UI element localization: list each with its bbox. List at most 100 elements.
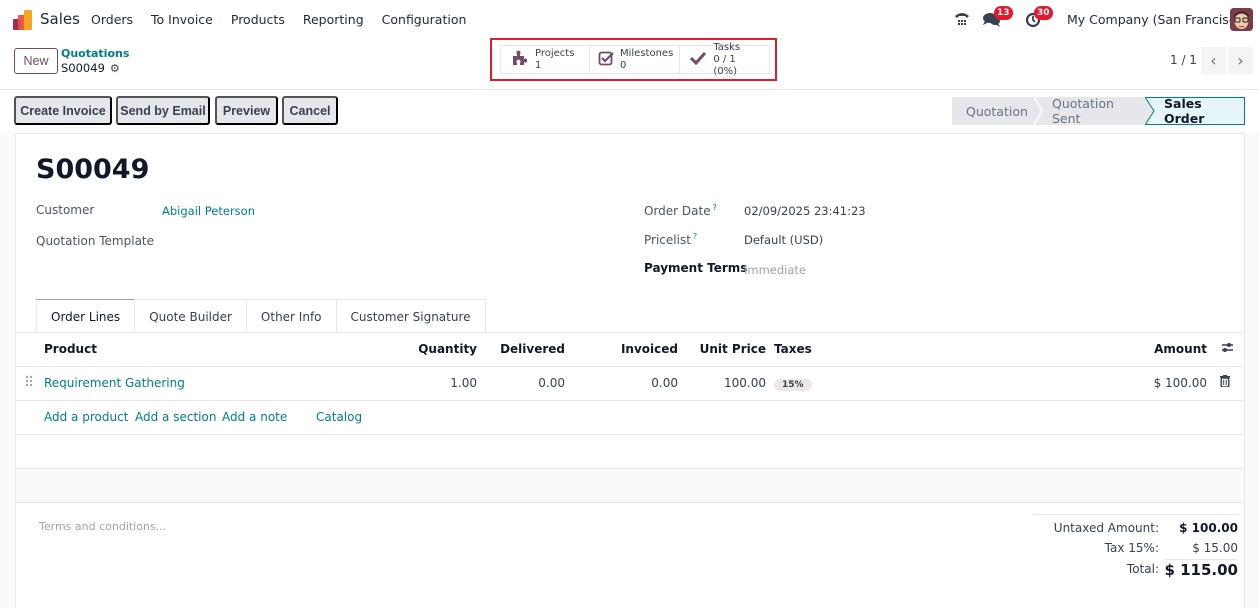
new-button[interactable]: New bbox=[14, 48, 58, 74]
notebook-tabs: Order Lines Quote Builder Other Info Cus… bbox=[36, 299, 486, 333]
tasks-label: Tasks bbox=[713, 41, 741, 53]
col-delivered[interactable]: Delivered bbox=[500, 342, 565, 356]
table-header: Product Quantity Delivered Invoiced Unit… bbox=[16, 333, 1244, 367]
menu-configuration[interactable]: Configuration bbox=[382, 12, 467, 27]
menu-to-invoice[interactable]: To Invoice bbox=[151, 12, 213, 27]
col-unit-price[interactable]: Unit Price bbox=[700, 342, 766, 356]
quotation-template-label: Quotation Template bbox=[36, 234, 155, 248]
status-bar: Quotation Quotation Sent Sales Order bbox=[952, 96, 1245, 126]
invoiced-cell[interactable]: 0.00 bbox=[651, 376, 678, 390]
activities-button[interactable]: 30 bbox=[1025, 6, 1053, 30]
status-quotation-sent-label: Quotation Sent bbox=[1052, 96, 1114, 126]
form-sheet: S00049 Customer Abigail Peterson Quotati… bbox=[15, 133, 1245, 608]
untaxed-amount-label: Untaxed Amount: bbox=[1053, 521, 1159, 535]
quantity-cell[interactable]: 1.00 bbox=[450, 376, 477, 390]
tab-customer-signature[interactable]: Customer Signature bbox=[336, 299, 486, 333]
status-sales-order-label: Sales Order bbox=[1164, 96, 1205, 126]
tax-label: Tax 15%: bbox=[1104, 541, 1159, 555]
milestones-label: Milestones bbox=[620, 47, 674, 59]
add-section-link[interactable]: Add a section bbox=[135, 410, 216, 424]
customer-field[interactable]: Abigail Peterson bbox=[162, 204, 255, 218]
tax-value: $ 15.00 bbox=[1192, 541, 1238, 555]
menu-reporting[interactable]: Reporting bbox=[303, 12, 364, 27]
payment-terms-field[interactable]: Immediate bbox=[744, 263, 806, 277]
tasks-smart-button[interactable]: Tasks 0 / 1 (0%) bbox=[680, 42, 769, 77]
col-taxes[interactable]: Taxes bbox=[774, 342, 812, 356]
tasks-progress: 0 / 1 (0%) bbox=[713, 53, 738, 77]
delivered-cell[interactable]: 0.00 bbox=[538, 376, 565, 390]
unit-price-cell[interactable]: 100.00 bbox=[724, 376, 766, 390]
messages-count-badge: 13 bbox=[994, 6, 1013, 20]
col-invoiced[interactable]: Invoiced bbox=[621, 342, 678, 356]
payment-terms-label: Payment Terms bbox=[644, 261, 748, 275]
cancel-button[interactable]: Cancel bbox=[282, 96, 338, 125]
chevron-left-icon: ‹ bbox=[1210, 51, 1217, 70]
order-date-field[interactable]: 02/09/2025 23:41:23 bbox=[744, 204, 866, 218]
catalog-link[interactable]: Catalog bbox=[316, 410, 362, 424]
checkbox-icon bbox=[598, 50, 614, 70]
activities-count-badge: 30 bbox=[1034, 6, 1053, 20]
pager-next-button[interactable]: › bbox=[1228, 47, 1253, 74]
help-icon[interactable]: ? bbox=[693, 232, 697, 241]
chevron-right-icon: › bbox=[1237, 51, 1244, 70]
product-cell[interactable]: Requirement Gathering bbox=[44, 376, 185, 390]
tax-tag: 15% bbox=[774, 379, 812, 391]
add-product-link[interactable]: Add a product bbox=[44, 410, 128, 424]
status-sales-order[interactable]: Sales Order bbox=[1145, 96, 1245, 126]
status-quotation-sent[interactable]: Quotation Sent bbox=[1034, 96, 1146, 126]
milestones-smart-button[interactable]: Milestones 0 bbox=[590, 46, 680, 73]
col-amount[interactable]: Amount bbox=[1154, 342, 1207, 356]
taxes-cell[interactable]: 15% bbox=[774, 376, 812, 391]
order-lines-table: Product Quantity Delivered Invoiced Unit… bbox=[16, 333, 1244, 503]
status-quotation-label: Quotation bbox=[966, 103, 1028, 119]
gear-icon[interactable]: ⚙ bbox=[110, 62, 120, 75]
pager-previous-button[interactable]: ‹ bbox=[1201, 47, 1226, 74]
total-value: $ 115.00 bbox=[1164, 559, 1238, 579]
app-name[interactable]: Sales bbox=[40, 10, 80, 28]
messages-button[interactable]: 13 bbox=[982, 6, 1013, 30]
order-date-label: Order Date? bbox=[644, 203, 717, 218]
menu-products[interactable]: Products bbox=[231, 12, 285, 27]
column-settings-icon[interactable] bbox=[1221, 341, 1234, 357]
customer-label: Customer bbox=[36, 203, 95, 217]
sales-app-icon[interactable] bbox=[13, 10, 33, 30]
tab-other-info[interactable]: Other Info bbox=[246, 299, 337, 333]
col-product[interactable]: Product bbox=[44, 342, 97, 356]
main-menu: Orders To Invoice Products Reporting Con… bbox=[91, 12, 484, 27]
breadcrumb-current: S00049 ⚙ bbox=[61, 61, 120, 75]
projects-count: 1 bbox=[535, 59, 542, 71]
pager-value[interactable]: 1 / 1 bbox=[1170, 53, 1197, 67]
check-icon bbox=[688, 51, 707, 69]
projects-smart-button[interactable]: Projects 1 bbox=[501, 46, 590, 73]
company-switcher[interactable]: My Company (San Francisco) bbox=[1067, 12, 1248, 27]
trash-icon[interactable] bbox=[1220, 375, 1230, 390]
pricelist-field[interactable]: Default (USD) bbox=[744, 233, 823, 247]
phone-icon[interactable] bbox=[954, 10, 970, 30]
status-quotation[interactable]: Quotation bbox=[952, 97, 1038, 125]
record-name: S00049 bbox=[61, 61, 105, 75]
untaxed-amount-value: $ 100.00 bbox=[1179, 521, 1238, 535]
empty-row bbox=[16, 435, 1244, 469]
pricelist-label-text: Pricelist bbox=[644, 233, 691, 247]
drag-handle-icon[interactable] bbox=[25, 375, 33, 391]
menu-orders[interactable]: Orders bbox=[91, 12, 133, 27]
help-icon[interactable]: ? bbox=[713, 203, 717, 212]
projects-label: Projects bbox=[535, 47, 575, 59]
terms-and-conditions-field[interactable]: Terms and conditions... bbox=[39, 520, 166, 533]
order-title: S00049 bbox=[36, 154, 150, 185]
quotation-template-field[interactable] bbox=[162, 234, 462, 252]
preview-button[interactable]: Preview bbox=[215, 96, 278, 125]
table-row[interactable]: Requirement Gathering 1.00 0.00 0.00 100… bbox=[16, 367, 1244, 401]
breadcrumb-quotations[interactable]: Quotations bbox=[61, 47, 129, 60]
col-quantity[interactable]: Quantity bbox=[418, 342, 477, 356]
create-invoice-button[interactable]: Create Invoice bbox=[14, 96, 112, 125]
smart-buttons: Projects 1 Milestones 0 Tasks 0 / 1 (0%) bbox=[500, 42, 770, 77]
pricelist-label: Pricelist? bbox=[644, 232, 697, 247]
send-by-email-button[interactable]: Send by Email bbox=[116, 96, 210, 125]
tab-quote-builder[interactable]: Quote Builder bbox=[135, 299, 247, 333]
control-panel: New Quotations S00049 ⚙ Projects 1 Miles… bbox=[0, 38, 1259, 90]
tab-order-lines[interactable]: Order Lines bbox=[36, 299, 136, 333]
add-note-link[interactable]: Add a note bbox=[222, 410, 287, 424]
user-avatar[interactable] bbox=[1230, 8, 1253, 31]
top-navbar: Sales Orders To Invoice Products Reporti… bbox=[0, 0, 1259, 40]
